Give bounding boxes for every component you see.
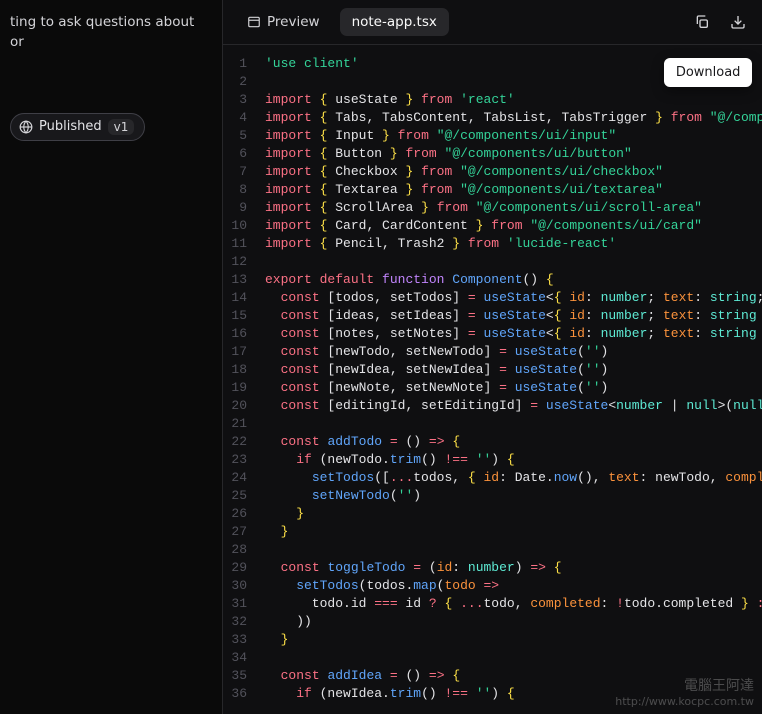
code-line[interactable]: const [newNote, setNewNote] = useState('… (265, 379, 762, 397)
line-number: 5 (223, 127, 247, 145)
tab-preview-label: Preview (267, 14, 320, 30)
code-line[interactable]: import { useState } from 'react' (265, 91, 762, 109)
code-line[interactable]: import { Button } from "@/components/ui/… (265, 145, 762, 163)
download-button[interactable] (724, 8, 752, 36)
code-line[interactable]: const addIdea = () => { (265, 667, 762, 685)
code-line[interactable]: const [editingId, setEditingId] = useSta… (265, 397, 762, 415)
code-line[interactable]: setTodos(todos.map(todo => (265, 577, 762, 595)
line-number: 9 (223, 199, 247, 217)
code-line[interactable] (265, 253, 762, 271)
code-content[interactable]: 'use client' import { useState } from 'r… (255, 55, 762, 714)
code-line[interactable]: todo.id === id ? { ...todo, completed: !… (265, 595, 762, 613)
line-number: 27 (223, 523, 247, 541)
code-line[interactable]: } (265, 523, 762, 541)
download-icon (730, 14, 746, 30)
code-line[interactable]: )) (265, 613, 762, 631)
line-number: 4 (223, 109, 247, 127)
line-number: 16 (223, 325, 247, 343)
code-line[interactable]: const addTodo = () => { (265, 433, 762, 451)
version-badge: v1 (108, 119, 135, 135)
line-number: 19 (223, 379, 247, 397)
line-number: 13 (223, 271, 247, 289)
code-line[interactable]: export default function Component() { (265, 271, 762, 289)
line-number: 25 (223, 487, 247, 505)
sidebar: ting to ask questions about or Published… (0, 0, 222, 714)
line-number: 22 (223, 433, 247, 451)
publish-status-label: Published (39, 119, 102, 134)
line-number: 33 (223, 631, 247, 649)
line-number-gutter: 1234567891011121314151617181920212223242… (223, 55, 255, 714)
line-number: 10 (223, 217, 247, 235)
code-line[interactable]: const toggleTodo = (id: number) => { (265, 559, 762, 577)
code-line[interactable]: const [ideas, setIdeas] = useState<{ id:… (265, 307, 762, 325)
line-number: 1 (223, 55, 247, 73)
copy-button[interactable] (688, 8, 716, 36)
line-number: 14 (223, 289, 247, 307)
line-number: 8 (223, 181, 247, 199)
code-editor[interactable]: 1234567891011121314151617181920212223242… (223, 45, 762, 714)
code-line[interactable] (265, 541, 762, 559)
code-line[interactable]: const [newIdea, setNewIdea] = useState('… (265, 361, 762, 379)
globe-icon (19, 120, 33, 134)
code-line[interactable]: import { Tabs, TabsContent, TabsList, Ta… (265, 109, 762, 127)
line-number: 18 (223, 361, 247, 379)
main-panel: Preview note-app.tsx Download 1234567891… (222, 0, 762, 714)
code-line[interactable]: import { Pencil, Trash2 } from 'lucide-r… (265, 235, 762, 253)
code-line[interactable] (265, 415, 762, 433)
code-line[interactable]: setTodos([...todos, { id: Date.now(), te… (265, 469, 762, 487)
tab-file-label: note-app.tsx (352, 14, 437, 30)
sidebar-description: ting to ask questions about or (10, 12, 212, 53)
line-number: 21 (223, 415, 247, 433)
line-number: 30 (223, 577, 247, 595)
code-line[interactable]: if (newIdea.trim() !== '') { (265, 685, 762, 703)
line-number: 3 (223, 91, 247, 109)
code-line[interactable]: const [newTodo, setNewTodo] = useState('… (265, 343, 762, 361)
line-number: 26 (223, 505, 247, 523)
line-number: 31 (223, 595, 247, 613)
line-number: 11 (223, 235, 247, 253)
line-number: 23 (223, 451, 247, 469)
code-line[interactable]: import { Card, CardContent } from "@/com… (265, 217, 762, 235)
download-tooltip: Download (664, 58, 753, 87)
line-number: 17 (223, 343, 247, 361)
code-line[interactable]: const [todos, setTodos] = useState<{ id:… (265, 289, 762, 307)
line-number: 28 (223, 541, 247, 559)
code-line[interactable]: setNewTodo('') (265, 487, 762, 505)
line-number: 36 (223, 685, 247, 703)
line-number: 34 (223, 649, 247, 667)
code-line[interactable]: import { Input } from "@/components/ui/i… (265, 127, 762, 145)
code-line[interactable]: import { Textarea } from "@/components/u… (265, 181, 762, 199)
tab-file[interactable]: note-app.tsx (340, 8, 449, 36)
code-line[interactable]: import { Checkbox } from "@/components/u… (265, 163, 762, 181)
line-number: 15 (223, 307, 247, 325)
line-number: 29 (223, 559, 247, 577)
editor-toolbar: Preview note-app.tsx Download (223, 0, 762, 45)
line-number: 32 (223, 613, 247, 631)
line-number: 2 (223, 73, 247, 91)
code-line[interactable]: } (265, 631, 762, 649)
code-line[interactable] (265, 649, 762, 667)
copy-icon (694, 14, 710, 30)
code-line[interactable]: if (newTodo.trim() !== '') { (265, 451, 762, 469)
publish-status-pill[interactable]: Published v1 (10, 113, 145, 141)
code-line[interactable]: import { ScrollArea } from "@/components… (265, 199, 762, 217)
code-line[interactable]: const [notes, setNotes] = useState<{ id:… (265, 325, 762, 343)
line-number: 7 (223, 163, 247, 181)
window-icon (247, 15, 261, 29)
line-number: 20 (223, 397, 247, 415)
line-number: 6 (223, 145, 247, 163)
line-number: 12 (223, 253, 247, 271)
tab-preview[interactable]: Preview (235, 8, 332, 36)
code-line[interactable]: } (265, 505, 762, 523)
line-number: 24 (223, 469, 247, 487)
line-number: 35 (223, 667, 247, 685)
